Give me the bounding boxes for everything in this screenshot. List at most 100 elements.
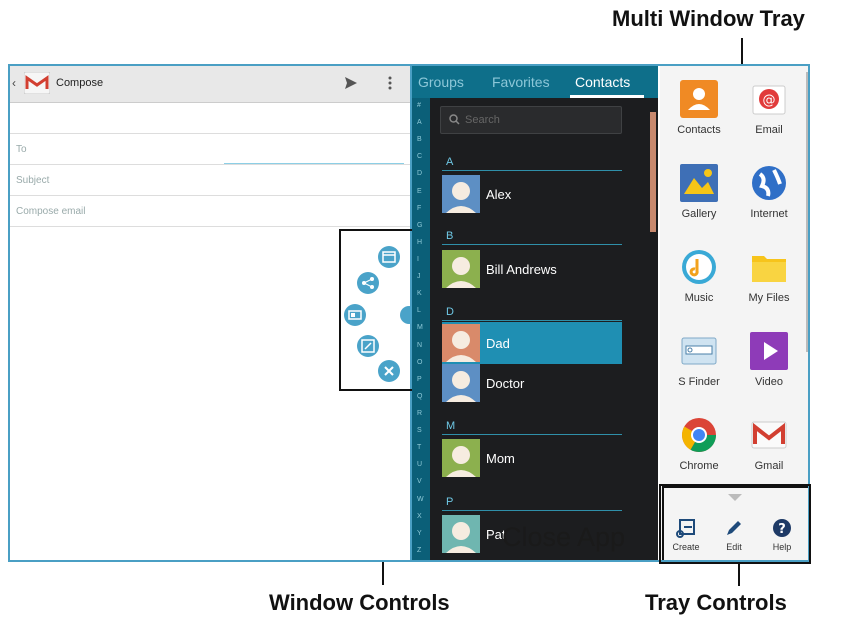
alphabet-index-letter[interactable]: O xyxy=(417,359,422,366)
alphabet-index-letter[interactable]: Z xyxy=(417,547,421,554)
subject-field[interactable]: Subject xyxy=(10,165,410,196)
alphabet-index-letter[interactable]: V xyxy=(417,478,422,485)
section-header-a: A xyxy=(446,156,454,168)
tray-app-label: Video xyxy=(755,376,783,388)
compose-email-field[interactable]: Compose email xyxy=(10,196,410,227)
tray-app-gallery[interactable]: Gallery xyxy=(664,150,734,230)
tray-app-email[interactable]: @ Email xyxy=(734,66,804,146)
tray-app-chrome[interactable]: Chrome xyxy=(664,402,734,482)
tray-controls-box-outline xyxy=(659,484,811,564)
alphabet-index-letter[interactable]: W xyxy=(417,496,424,503)
tray-app-music[interactable]: Music xyxy=(664,234,734,314)
section-header-p: P xyxy=(446,496,454,508)
tray-app-gmail[interactable]: Gmail xyxy=(734,402,804,482)
section-header-b: B xyxy=(446,230,454,242)
tray-controls-callout: Tray Controls xyxy=(645,590,787,615)
contact-row-dad[interactable]: Dad xyxy=(442,322,622,364)
tab-favorites[interactable]: Favorites xyxy=(492,74,550,90)
tray-app-label: Internet xyxy=(750,208,788,220)
tray-app-label: Contacts xyxy=(677,124,721,136)
to-field-underline xyxy=(224,163,404,164)
alphabet-index-letter[interactable]: D xyxy=(417,170,422,177)
gmail-icon xyxy=(24,72,50,94)
close-app-overlay-text: Close App xyxy=(502,522,626,552)
send-icon[interactable] xyxy=(344,76,358,90)
tray-app-label: Chrome xyxy=(679,460,719,472)
search-input[interactable]: Search xyxy=(440,106,622,134)
section-divider xyxy=(442,510,622,511)
overflow-menu-icon[interactable] xyxy=(388,76,392,90)
alphabet-index-letter[interactable]: A xyxy=(417,119,422,126)
alphabet-index-letter[interactable]: M xyxy=(417,324,423,331)
alphabet-index-letter[interactable]: B xyxy=(417,136,422,143)
alphabet-index-letter[interactable]: Q xyxy=(417,393,422,400)
alphabet-index[interactable]: # A B C D E F G H I J K L M N O P Q R S T U V W X Y Z xyxy=(412,98,430,560)
alphabet-index-letter[interactable]: Y xyxy=(417,530,422,537)
tray-app-label: My Files xyxy=(748,292,790,304)
tray-app-label: Gallery xyxy=(681,208,717,220)
contact-avatar xyxy=(442,175,480,213)
alphabet-index-letter[interactable]: R xyxy=(417,410,422,417)
contact-row-doctor[interactable]: Doctor xyxy=(442,362,622,404)
contact-avatar xyxy=(442,364,480,402)
chrome-icon xyxy=(682,418,716,452)
tray-app-my-files[interactable]: My Files xyxy=(734,234,804,314)
tab-contacts[interactable]: Contacts xyxy=(575,74,630,90)
tray-app-contacts[interactable]: Contacts xyxy=(664,66,734,146)
alphabet-index-letter[interactable]: H xyxy=(417,239,422,246)
contacts-icon xyxy=(680,80,718,118)
alphabet-index-letter[interactable]: S xyxy=(417,427,422,434)
contacts-window[interactable]: Groups Favorites Contacts # A B C D E F G H I J K L M… xyxy=(412,66,658,560)
contact-row-bill-andrews[interactable]: Bill Andrews xyxy=(442,248,622,290)
contact-name: Dad xyxy=(486,336,510,351)
window-icon[interactable] xyxy=(378,246,400,268)
contact-row-mom[interactable]: Mom xyxy=(442,437,622,479)
alphabet-index-letter[interactable]: L xyxy=(417,307,421,314)
alphabet-index-letter[interactable]: C xyxy=(417,153,422,160)
switch-windows-icon[interactable] xyxy=(344,304,366,326)
tray-scrollbar[interactable] xyxy=(806,72,808,352)
tray-app-label: Music xyxy=(684,292,714,304)
active-tab-indicator xyxy=(570,95,644,98)
gmail-action-bar: ‹ Compose xyxy=(10,66,410,103)
alphabet-index-letter[interactable]: G xyxy=(417,222,422,229)
section-divider xyxy=(442,244,622,245)
contact-row-alex[interactable]: Alex xyxy=(442,173,622,215)
from-field[interactable] xyxy=(10,103,410,134)
maximize-icon[interactable] xyxy=(357,335,379,357)
to-field[interactable]: To xyxy=(10,134,410,165)
alphabet-index-letter[interactable]: X xyxy=(417,513,422,520)
share-content-icon[interactable] xyxy=(357,272,379,294)
contacts-tab-bar: Groups Favorites Contacts xyxy=(412,66,658,98)
gmail-icon xyxy=(751,421,787,449)
search-icon xyxy=(449,114,460,125)
tray-app-video[interactable]: Video xyxy=(734,318,804,398)
alphabet-index-letter[interactable]: P xyxy=(417,376,422,383)
section-header-d: D xyxy=(446,306,454,318)
alphabet-index-letter[interactable]: T xyxy=(417,444,421,451)
tray-app-internet[interactable]: Internet xyxy=(734,150,804,230)
alphabet-index-letter[interactable]: I xyxy=(417,256,419,263)
subject-label: Subject xyxy=(16,175,50,186)
tab-groups[interactable]: Groups xyxy=(418,74,464,90)
folder-icon xyxy=(752,256,786,282)
email-icon: @ xyxy=(752,85,786,115)
close-icon[interactable] xyxy=(378,360,400,382)
back-chevron-icon[interactable]: ‹ xyxy=(12,76,16,90)
alphabet-index-letter[interactable]: U xyxy=(417,461,422,468)
alphabet-index-letter[interactable]: # xyxy=(417,102,421,109)
alphabet-index-letter[interactable]: J xyxy=(417,273,421,280)
window-controls-callout: Window Controls xyxy=(269,590,450,615)
contacts-scroll-indicator[interactable] xyxy=(650,112,656,232)
alphabet-index-letter[interactable]: K xyxy=(417,290,422,297)
contact-avatar xyxy=(442,439,480,477)
alphabet-index-letter[interactable]: N xyxy=(417,342,422,349)
section-header-m: M xyxy=(446,420,456,432)
section-divider xyxy=(442,434,622,435)
tray-app-label: Gmail xyxy=(754,460,784,472)
alphabet-index-letter[interactable]: F xyxy=(417,205,421,212)
tray-app-label: S Finder xyxy=(678,376,720,388)
alphabet-index-letter[interactable]: E xyxy=(417,188,422,195)
tray-app-s-finder[interactable]: S Finder xyxy=(664,318,734,398)
contact-name: Doctor xyxy=(486,376,525,391)
